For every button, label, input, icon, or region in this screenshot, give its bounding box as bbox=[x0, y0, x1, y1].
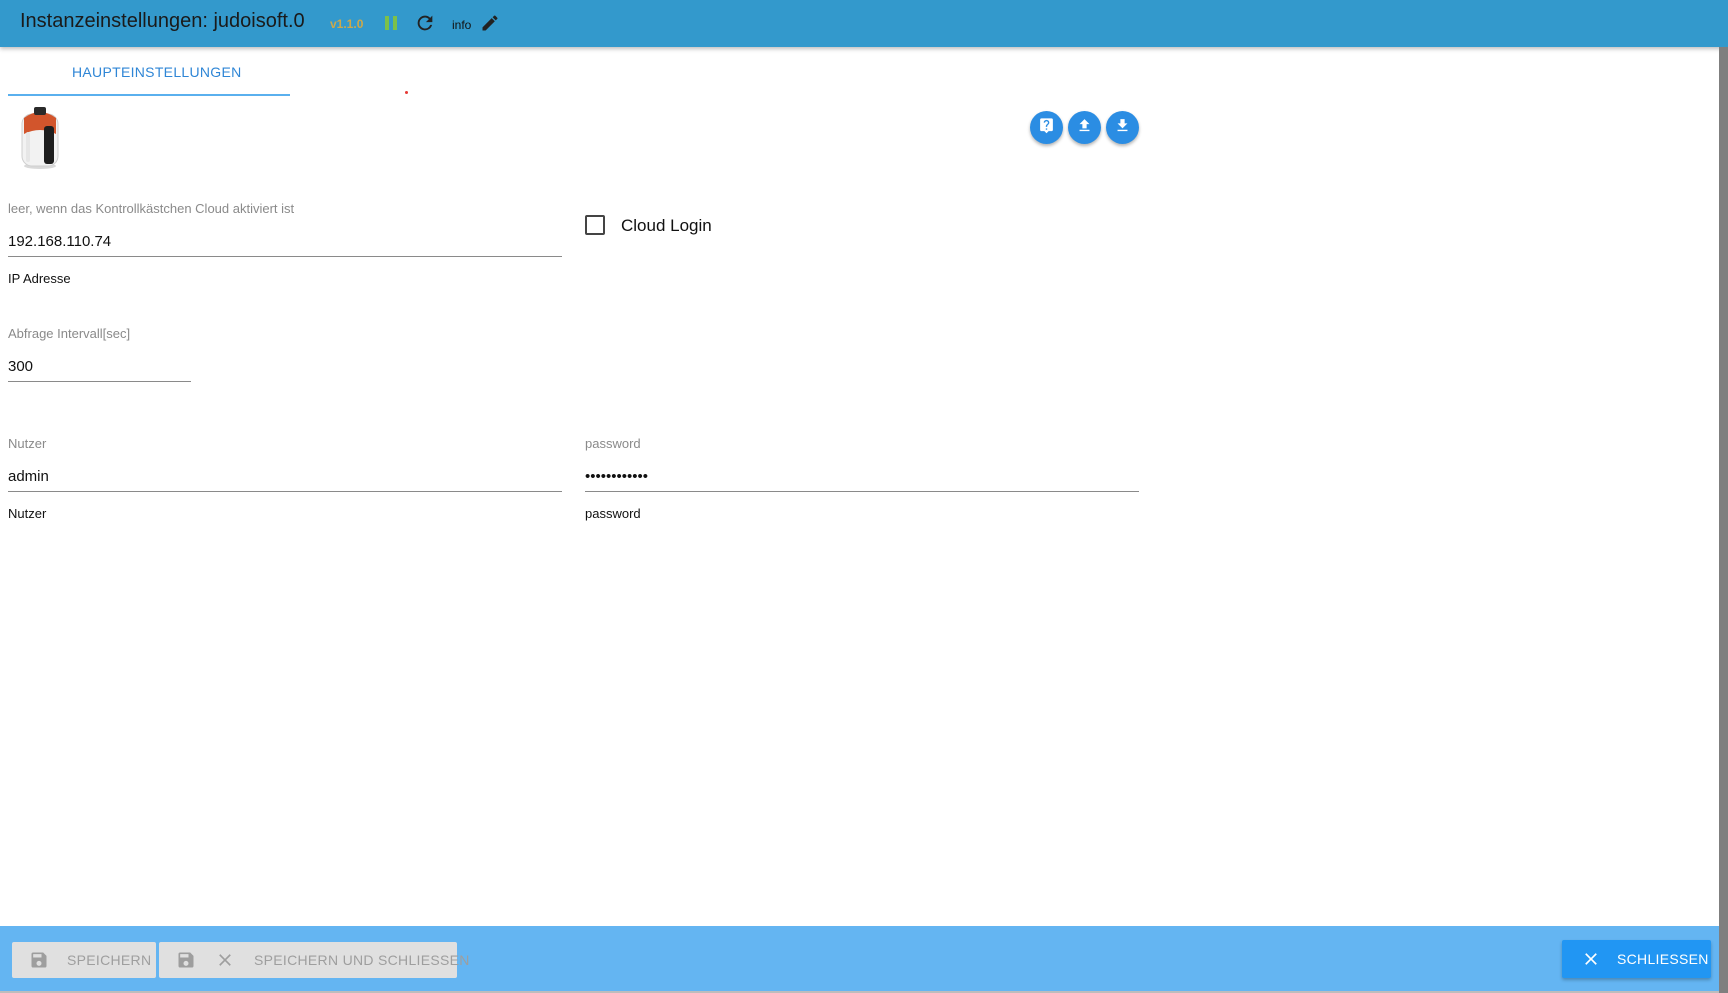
close-button[interactable]: SCHLIESSEN bbox=[1562, 940, 1711, 978]
ip-address-input[interactable]: 192.168.110.74 bbox=[8, 233, 111, 250]
password-underline bbox=[585, 491, 1139, 492]
save-icon bbox=[176, 950, 196, 970]
tab-label: HAUPTEINSTELLUNGEN bbox=[72, 64, 242, 80]
close-label: SCHLIESSEN bbox=[1617, 951, 1709, 967]
ip-address-help: IP Adresse bbox=[8, 271, 71, 286]
ip-address-underline bbox=[8, 256, 562, 257]
user-input[interactable]: admin bbox=[8, 468, 49, 485]
window-edge bbox=[1719, 47, 1728, 993]
password-label: password bbox=[585, 436, 641, 451]
password-help: password bbox=[585, 506, 641, 521]
dialog-footer: SPEICHERN SPEICHERN UND SCHLIESSEN SCHLI… bbox=[0, 926, 1719, 991]
interval-underline bbox=[8, 381, 191, 382]
user-help: Nutzer bbox=[8, 506, 47, 521]
download-icon bbox=[1114, 117, 1131, 139]
adapter-logo bbox=[18, 104, 62, 170]
interval-label: Abfrage Intervall[sec] bbox=[8, 326, 131, 341]
checkbox-box[interactable] bbox=[585, 215, 605, 235]
download-button[interactable] bbox=[1106, 111, 1139, 144]
ip-address-label: leer, wenn das Kontrollkästchen Cloud ak… bbox=[8, 201, 295, 216]
reload-icon[interactable] bbox=[414, 12, 436, 34]
help-button[interactable] bbox=[1030, 111, 1063, 144]
pencil-icon[interactable] bbox=[480, 13, 500, 33]
tab-haupteinstellungen[interactable]: HAUPTEINSTELLUNGEN bbox=[8, 56, 290, 96]
close-icon bbox=[215, 950, 235, 970]
help-icon bbox=[1038, 117, 1055, 139]
save-and-close-label: SPEICHERN UND SCHLIESSEN bbox=[254, 952, 470, 968]
dialog-title: Instanzeinstellungen: judoisoft.0 bbox=[20, 10, 305, 32]
status-dot bbox=[405, 91, 408, 94]
save-button[interactable]: SPEICHERN bbox=[12, 942, 156, 978]
save-icon bbox=[29, 950, 49, 970]
upload-icon bbox=[1076, 117, 1093, 139]
pause-icon[interactable] bbox=[383, 14, 399, 32]
close-icon bbox=[1581, 949, 1601, 969]
user-label: Nutzer bbox=[8, 436, 47, 451]
loglevel-label: info bbox=[452, 18, 472, 32]
save-and-close-button[interactable]: SPEICHERN UND SCHLIESSEN bbox=[159, 942, 469, 978]
save-label: SPEICHERN bbox=[67, 952, 152, 968]
interval-input[interactable]: 300 bbox=[8, 358, 33, 375]
dialog-header: Instanzeinstellungen: judoisoft.0 v1.1.0… bbox=[0, 0, 1728, 47]
user-underline bbox=[8, 491, 562, 492]
version-label: v1.1.0 bbox=[330, 17, 364, 31]
cloud-login-label: Cloud Login bbox=[621, 216, 712, 235]
password-input[interactable]: •••••••••••• bbox=[585, 468, 648, 485]
upload-button[interactable] bbox=[1068, 111, 1101, 144]
